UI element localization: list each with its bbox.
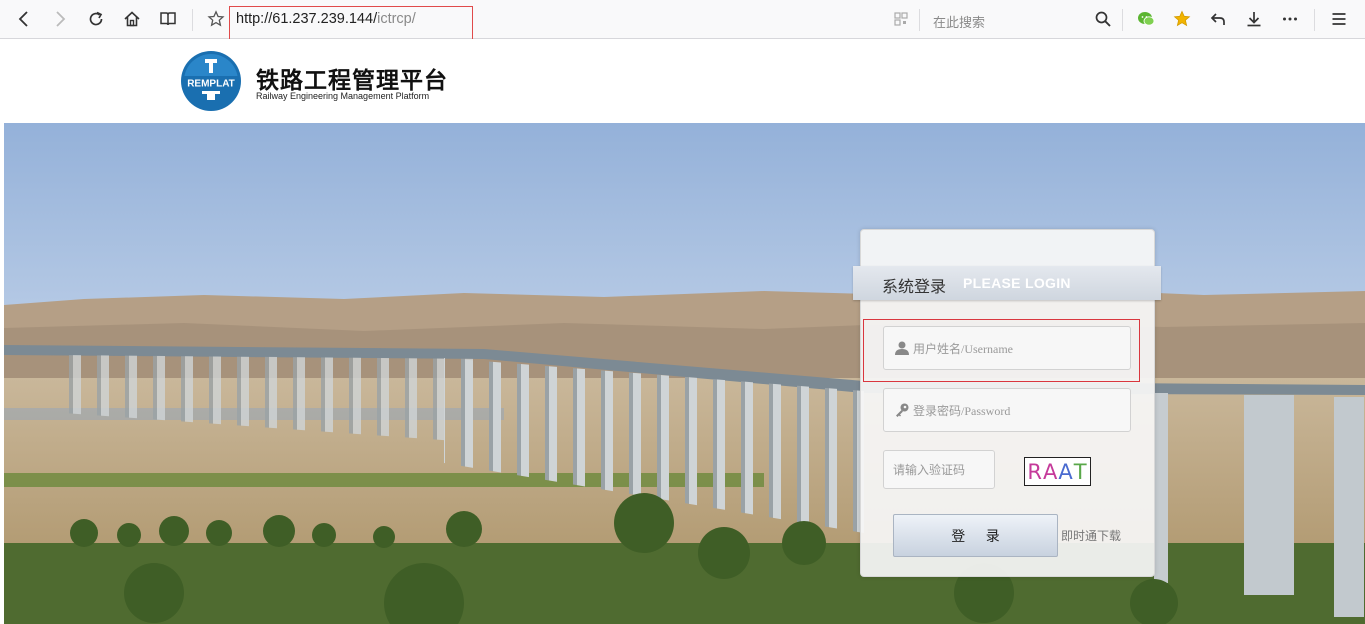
menu-icon[interactable] <box>1327 7 1351 31</box>
username-placeholder: 用户姓名/Username <box>913 341 1013 356</box>
search-icon[interactable] <box>1091 7 1115 31</box>
login-title: 系统登录 <box>882 277 947 296</box>
undo-icon[interactable] <box>1206 7 1230 31</box>
site-subtitle: Railway Engineering Management Platform <box>256 91 430 101</box>
captcha-char: A <box>1058 459 1074 484</box>
password-input[interactable]: 登录密码/Password <box>883 388 1131 432</box>
captcha-char: A <box>1043 459 1059 484</box>
captcha-image[interactable]: R A A T <box>1024 457 1091 486</box>
captcha-char: T <box>1073 459 1088 484</box>
username-input[interactable]: 用户姓名/Username <box>883 326 1131 370</box>
qr-code-icon[interactable] <box>889 7 913 31</box>
search-input[interactable]: 在此搜索 <box>933 12 985 31</box>
back-icon[interactable] <box>12 7 36 31</box>
home-icon[interactable] <box>120 7 144 31</box>
download-link[interactable]: 即时通下载 <box>1061 527 1121 544</box>
forward-icon[interactable] <box>48 7 72 31</box>
url-host: http://61.237.239.144/ <box>236 11 378 27</box>
bookmark-star-icon[interactable] <box>204 7 228 31</box>
remplat-logo: REMPLAT <box>180 50 242 112</box>
more-icon[interactable] <box>1278 7 1302 31</box>
site-title: 铁路工程管理平台 <box>256 68 448 94</box>
site-header: REMPLAT 铁路工程管理平台 Railway Engineering Man… <box>0 39 1365 123</box>
url-bar[interactable]: http://61.237.239.144/ictrcp/ <box>236 11 416 27</box>
hero-bridge-image <box>4 123 1365 624</box>
login-button[interactable]: 登 录 <box>893 514 1058 557</box>
captcha-char: R <box>1027 459 1043 484</box>
captcha-placeholder: 请输入验证码 <box>893 463 966 477</box>
login-subtitle: PLEASE LOGIN <box>963 275 1071 291</box>
url-path: ictrcp/ <box>377 11 416 27</box>
svg-text:REMPLAT: REMPLAT <box>187 79 235 90</box>
password-placeholder: 登录密码/Password <box>913 403 1011 418</box>
download-icon[interactable] <box>1242 7 1266 31</box>
user-icon <box>895 341 909 355</box>
browser-toolbar: http://61.237.239.144/ictrcp/ 在此搜索 <box>0 0 1365 45</box>
key-icon <box>896 403 909 417</box>
reader-icon[interactable] <box>156 7 180 31</box>
favorite-star-icon[interactable] <box>1170 7 1194 31</box>
reload-icon[interactable] <box>84 7 108 31</box>
captcha-input[interactable]: 请输入验证码 <box>883 450 995 489</box>
wechat-icon[interactable] <box>1134 7 1158 31</box>
